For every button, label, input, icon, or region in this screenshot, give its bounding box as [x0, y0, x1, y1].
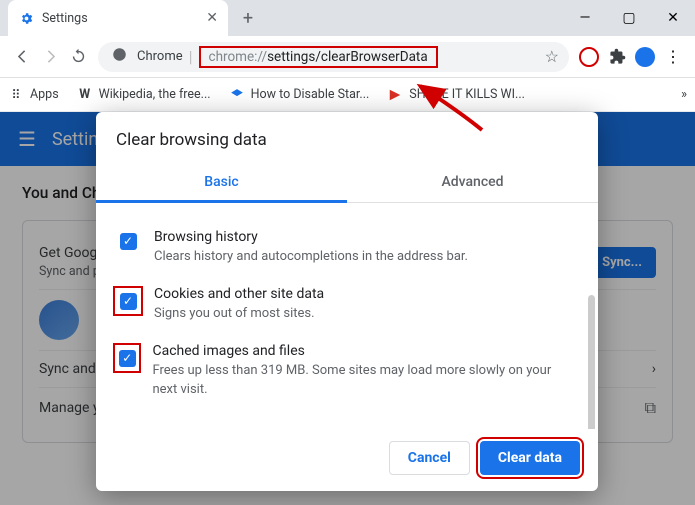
maximize-button[interactable]: ▢ — [607, 0, 651, 36]
checkbox-checked-icon[interactable]: ✓ — [120, 293, 137, 310]
annotation-arrow — [410, 82, 490, 142]
close-window-button[interactable]: ✕ — [651, 0, 695, 36]
extensions-icon[interactable] — [603, 43, 631, 71]
bookmark-apps[interactable]: ⠿Apps — [8, 87, 59, 103]
address-bar[interactable]: Chrome | chrome://settings/clearBrowserD… — [98, 42, 569, 72]
forward-button[interactable] — [36, 43, 64, 71]
extension-globe-icon[interactable] — [631, 43, 659, 71]
back-button[interactable] — [8, 43, 36, 71]
option-browsing-history[interactable]: ✓ Browsing history Clears history and au… — [116, 219, 578, 276]
reload-button[interactable] — [64, 43, 92, 71]
share-icon — [387, 87, 403, 103]
new-tab-button[interactable]: + — [234, 8, 262, 29]
shield-icon — [229, 87, 245, 103]
tab-advanced[interactable]: Advanced — [347, 164, 598, 202]
bookmarks-bar: ⠿Apps WWikipedia, the free... How to Dis… — [0, 78, 695, 112]
close-icon[interactable]: ✕ — [206, 10, 218, 26]
checkbox-checked-icon[interactable]: ✓ — [119, 350, 136, 367]
clear-browsing-data-dialog: Clear browsing data Basic Advanced ✓ Bro… — [96, 112, 598, 491]
dialog-title: Clear browsing data — [96, 112, 598, 164]
extension-opera-icon[interactable] — [575, 43, 603, 71]
tab-title: Settings — [42, 11, 206, 26]
url-text: chrome://settings/clearBrowserData — [199, 46, 438, 68]
option-cached[interactable]: ✓ Cached images and files Frees up less … — [116, 333, 578, 408]
security-icon — [112, 47, 127, 66]
navigation-bar: Chrome | chrome://settings/clearBrowserD… — [0, 36, 695, 78]
checkbox-checked-icon[interactable]: ✓ — [120, 233, 137, 250]
cancel-button[interactable]: Cancel — [389, 441, 470, 475]
bookmark-star-icon[interactable]: ☆ — [545, 47, 559, 66]
wiki-icon: W — [77, 87, 93, 103]
dialog-tabs: Basic Advanced — [96, 164, 598, 203]
bookmark-wikipedia[interactable]: WWikipedia, the free... — [77, 87, 211, 103]
tab-basic[interactable]: Basic — [96, 164, 347, 203]
url-label: Chrome — [137, 49, 183, 64]
option-cookies[interactable]: ✓ Cookies and other site data Signs you … — [116, 276, 578, 333]
clear-data-button[interactable]: Clear data — [480, 441, 580, 475]
window-titlebar: Settings ✕ + — ▢ ✕ — [0, 0, 695, 36]
browser-tab[interactable]: Settings ✕ — [8, 0, 228, 36]
apps-grid-icon: ⠿ — [8, 87, 24, 103]
gear-icon — [18, 10, 34, 26]
minimize-button[interactable]: — — [563, 0, 607, 36]
bookmarks-overflow[interactable]: » — [681, 87, 687, 102]
bookmark-howto[interactable]: How to Disable Star... — [229, 87, 370, 103]
scrollbar[interactable] — [588, 295, 595, 429]
menu-kebab-icon[interactable]: ⋮ — [659, 43, 687, 71]
